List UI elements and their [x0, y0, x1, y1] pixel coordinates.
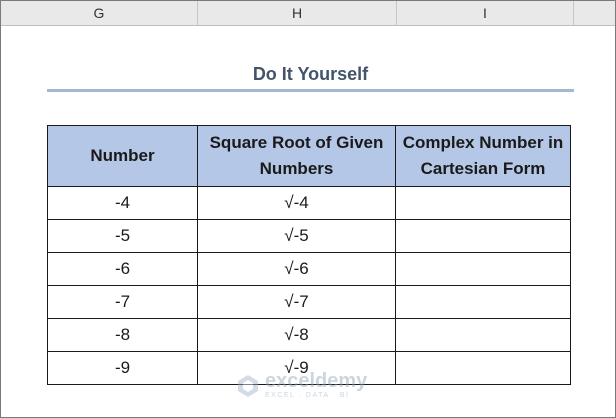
- exceldemy-watermark: exceldemy EXCEL · DATA · BI: [235, 371, 367, 400]
- column-header-bar: G H I: [1, 1, 615, 26]
- header-number[interactable]: Number: [47, 125, 198, 187]
- watermark-tagline: EXCEL · DATA · BI: [265, 392, 350, 399]
- cell-complex[interactable]: [395, 285, 571, 319]
- table-row: -6 √-6: [47, 252, 571, 286]
- table-row: -7 √-7: [47, 285, 571, 319]
- column-header-next[interactable]: [574, 1, 615, 25]
- table-row: -8 √-8: [47, 318, 571, 352]
- cell-square-root[interactable]: √-7: [197, 285, 396, 319]
- watermark-name: exceldemy: [265, 370, 368, 392]
- cell-number[interactable]: -4: [47, 186, 198, 220]
- cell-square-root[interactable]: √-8: [197, 318, 396, 352]
- cell-square-root[interactable]: √-4: [197, 186, 396, 220]
- cell-number[interactable]: -7: [47, 285, 198, 319]
- table-row: -5 √-5: [47, 219, 571, 253]
- cell-number[interactable]: -5: [47, 219, 198, 253]
- header-complex-number[interactable]: Complex Number in Cartesian Form: [395, 125, 571, 187]
- cell-complex[interactable]: [395, 186, 571, 220]
- spreadsheet-frame: G H I Do It Yourself Number Square Root …: [0, 0, 616, 418]
- sheet-title: Do It Yourself: [252, 64, 369, 84]
- cell-square-root[interactable]: √-5: [197, 219, 396, 253]
- cell-complex[interactable]: [395, 351, 571, 385]
- cell-complex[interactable]: [395, 318, 571, 352]
- table-header-row: Number Square Root of Given Numbers Comp…: [47, 125, 571, 187]
- header-square-root[interactable]: Square Root of Given Numbers: [197, 125, 396, 187]
- column-header-i[interactable]: I: [397, 1, 574, 25]
- cell-square-root[interactable]: √-6: [197, 252, 396, 286]
- column-header-g[interactable]: G: [1, 1, 198, 25]
- column-header-h[interactable]: H: [198, 1, 397, 25]
- cell-number[interactable]: -9: [47, 351, 198, 385]
- title-underline: [47, 89, 574, 92]
- cell-number[interactable]: -8: [47, 318, 198, 352]
- exceldemy-logo-icon: [238, 374, 258, 397]
- cell-number[interactable]: -6: [47, 252, 198, 286]
- cell-complex[interactable]: [395, 219, 571, 253]
- table-row: -4 √-4: [47, 186, 571, 220]
- cell-complex[interactable]: [395, 252, 571, 286]
- data-table: Number Square Root of Given Numbers Comp…: [47, 125, 571, 385]
